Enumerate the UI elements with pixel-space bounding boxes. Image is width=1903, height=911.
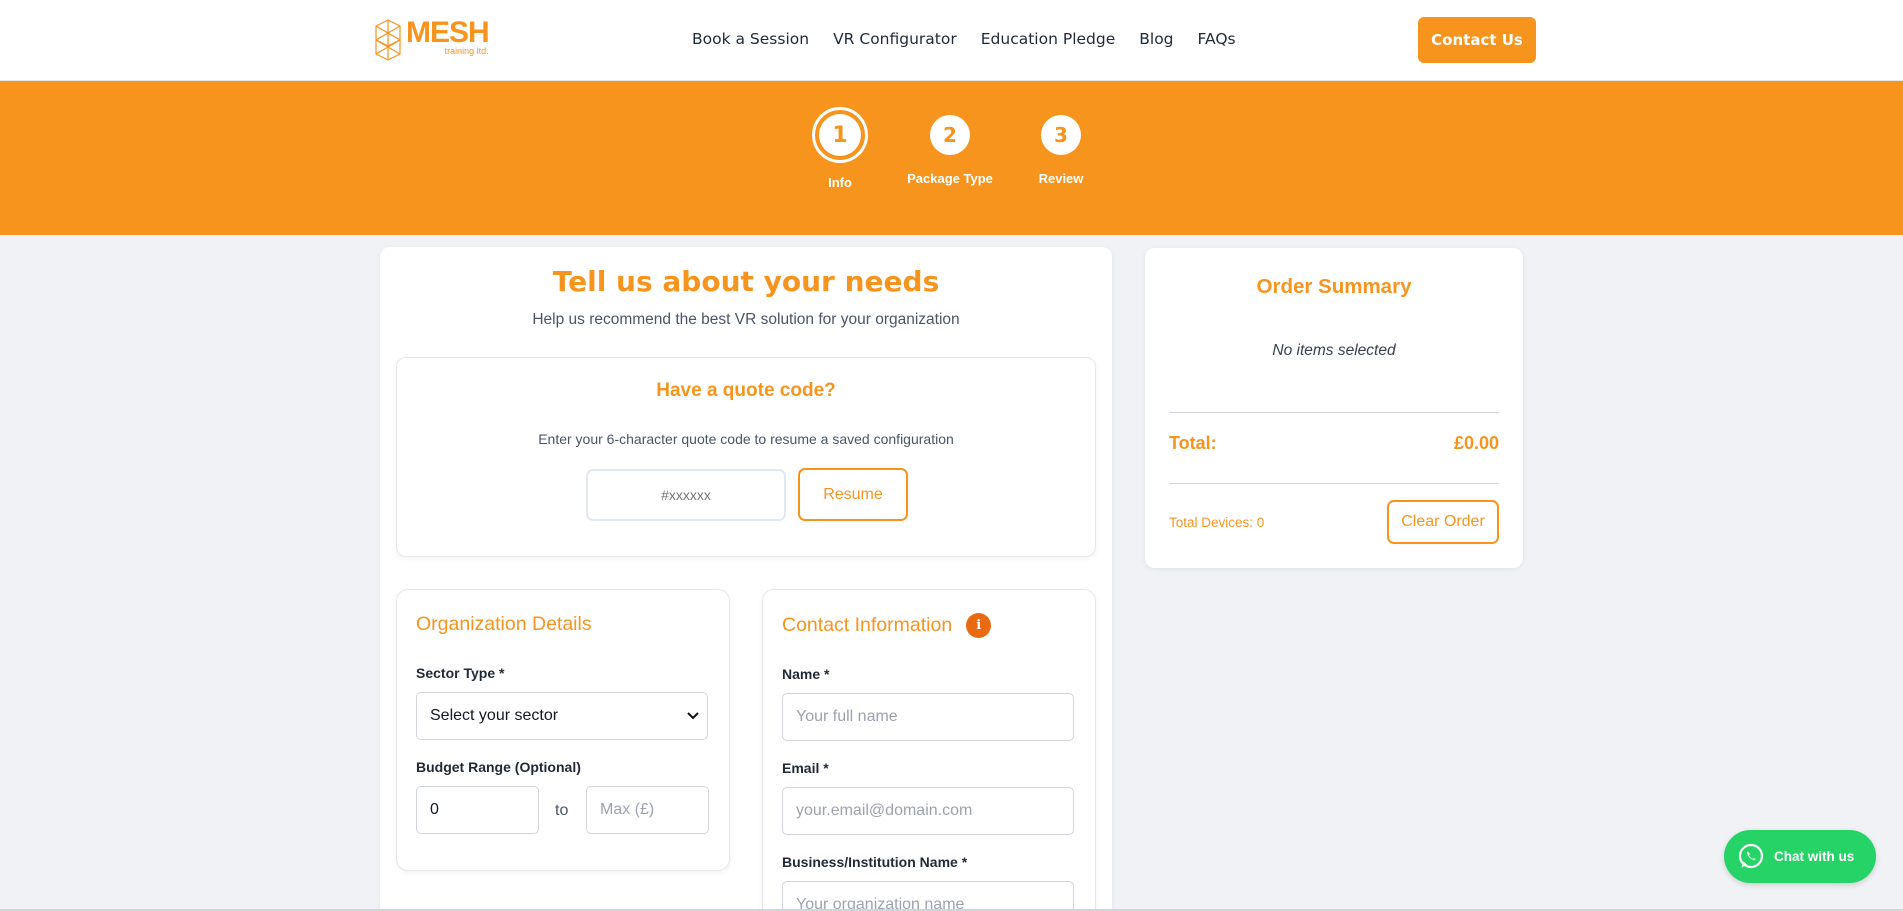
step-number: 3 <box>1041 115 1081 155</box>
budget-to-text: to <box>555 802 569 819</box>
progress-stepper: 1 Info 2 Package Type 3 Review <box>0 81 1903 235</box>
name-input[interactable]: Your full name <box>782 693 1074 741</box>
info-icon[interactable]: i <box>966 613 992 638</box>
sector-type-label: Sector Type * <box>416 665 505 681</box>
quote-code-input[interactable] <box>586 469 786 521</box>
active-step-ring: 1 <box>812 107 868 163</box>
logo-wordmark: MESH <box>406 16 490 49</box>
chat-with-us-button[interactable]: Chat with us <box>1724 830 1876 883</box>
organization-details-card: Organization Details Sector Type * Selec… <box>396 589 730 871</box>
contact-information-card: Contact Information i Name * Your full n… <box>762 589 1096 911</box>
divider <box>1169 483 1499 484</box>
top-navbar: MESH training ltd. Book a Session VR Con… <box>0 0 1903 81</box>
nav-vr-configurator[interactable]: VR Configurator <box>833 30 957 48</box>
nav-faqs[interactable]: FAQs <box>1198 30 1236 48</box>
sector-type-select[interactable]: Select your sector <box>416 692 708 740</box>
nav-blog[interactable]: Blog <box>1139 30 1173 48</box>
step-label: Package Type <box>907 171 993 186</box>
step-number: 1 <box>819 114 861 156</box>
chevron-down-icon <box>687 712 699 720</box>
budget-min-input[interactable]: 0 <box>416 786 539 834</box>
nav-book-session[interactable]: Book a Session <box>692 30 809 48</box>
step-number: 2 <box>930 115 970 155</box>
business-name-input[interactable]: Your organization name <box>782 881 1074 911</box>
order-summary-panel: Order Summary No items selected Total: £… <box>1145 248 1523 568</box>
step-package-type[interactable]: 2 Package Type <box>890 115 1010 186</box>
budget-range-label: Budget Range (Optional) <box>416 759 581 775</box>
section-title: Contact Information i <box>782 613 992 638</box>
step-label: Review <box>1038 171 1084 186</box>
clear-order-button[interactable]: Clear Order <box>1387 500 1499 544</box>
total-value: £0.00 <box>1453 433 1499 453</box>
whatsapp-icon <box>1738 843 1764 868</box>
step-info[interactable]: 1 Info <box>780 107 900 190</box>
section-title: Organization Details <box>416 613 592 635</box>
quote-description: Enter your 6-character quote code to res… <box>538 431 954 447</box>
chat-label: Chat with us <box>1774 849 1855 864</box>
quote-code-panel: Have a quote code? Enter your 6-characte… <box>396 357 1096 557</box>
resume-button[interactable]: Resume <box>798 468 908 521</box>
total-label: Total: <box>1169 433 1217 453</box>
order-summary-title: Order Summary <box>1256 275 1412 298</box>
budget-max-input[interactable]: Max (£) <box>586 786 709 834</box>
step-review[interactable]: 3 Review <box>1001 115 1121 186</box>
quote-title: Have a quote code? <box>656 380 836 401</box>
sector-selected-value: Select your sector <box>430 707 559 724</box>
needs-form-card: Tell us about your needs Help us recomme… <box>380 247 1112 911</box>
business-label: Business/Institution Name * <box>782 854 968 870</box>
contact-us-button[interactable]: Contact Us <box>1418 17 1536 63</box>
empty-order-text: No items selected <box>1272 342 1396 359</box>
total-devices: Total Devices: 0 <box>1169 515 1265 530</box>
email-label: Email * <box>782 760 829 776</box>
divider <box>1169 412 1499 413</box>
nav-education-pledge[interactable]: Education Pledge <box>981 30 1116 48</box>
email-input[interactable]: your.email@domain.com <box>782 787 1074 835</box>
mesh-logo-icon <box>375 19 401 61</box>
main-nav: Book a Session VR Configurator Education… <box>692 30 1260 48</box>
page-title: Tell us about your needs <box>552 265 940 298</box>
step-label: Info <box>828 175 852 190</box>
contact-title-text: Contact Information <box>782 614 953 636</box>
name-label: Name * <box>782 666 830 682</box>
site-logo[interactable]: MESH training ltd. <box>372 16 490 62</box>
page-subtitle: Help us recommend the best VR solution f… <box>532 311 960 328</box>
